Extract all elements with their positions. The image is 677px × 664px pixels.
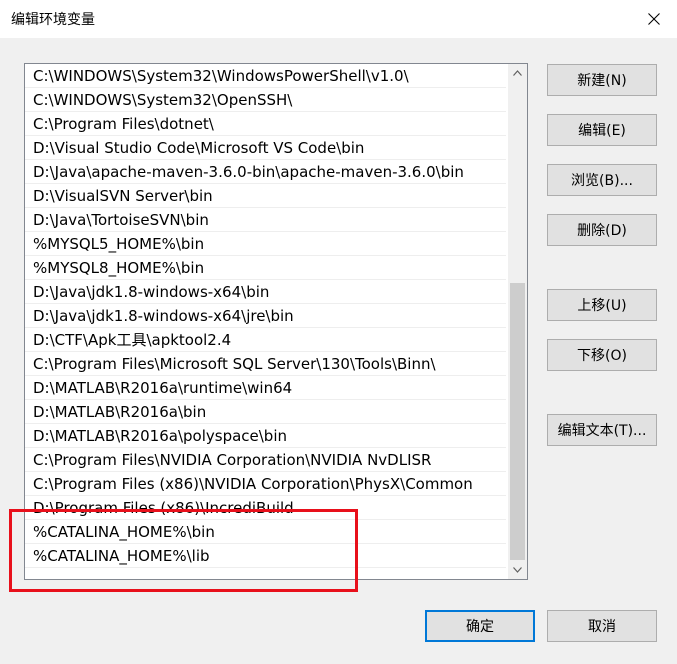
ok-button[interactable]: 确定 [425, 610, 535, 642]
path-list-item[interactable]: D:\Java\TortoiseSVN\bin [25, 208, 506, 232]
path-list-item[interactable]: C:\Program Files (x86)\NVIDIA Corporatio… [25, 472, 506, 496]
vertical-scrollbar[interactable] [508, 64, 527, 579]
scroll-down-button[interactable] [508, 561, 527, 579]
path-list-item[interactable]: D:\CTF\Apk工具\apktool2.4 [25, 328, 506, 352]
scroll-up-button[interactable] [508, 64, 527, 82]
path-list-item[interactable]: D:\Java\apache-maven-3.6.0-bin\apache-ma… [25, 160, 506, 184]
title-bar: 编辑环境变量 [0, 0, 677, 38]
close-button[interactable] [631, 0, 677, 38]
move-up-button[interactable]: 上移(U) [547, 289, 657, 321]
path-list-item[interactable]: %MYSQL8_HOME%\bin [25, 256, 506, 280]
scroll-thumb[interactable] [510, 283, 525, 560]
move-down-button[interactable]: 下移(O) [547, 339, 657, 371]
chevron-down-icon [513, 567, 522, 573]
delete-button[interactable]: 删除(D) [547, 214, 657, 246]
path-list-item[interactable]: D:\Java\jdk1.8-windows-x64\jre\bin [25, 304, 506, 328]
path-list-item[interactable]: C:\Program Files\Microsoft SQL Server\13… [25, 352, 506, 376]
path-list-item[interactable]: D:\Java\jdk1.8-windows-x64\bin [25, 280, 506, 304]
edit-text-button[interactable]: 编辑文本(T)... [547, 414, 657, 446]
path-list-item[interactable]: C:\Program Files\dotnet\ [25, 112, 506, 136]
edit-button[interactable]: 编辑(E) [547, 114, 657, 146]
path-listbox[interactable]: C:\WINDOWS\System32\WindowsPowerShell\v1… [24, 63, 528, 580]
close-icon [648, 13, 660, 25]
edit-env-var-dialog: 编辑环境变量 C:\WINDOWS\System32\WindowsPowerS… [0, 0, 677, 664]
cancel-button[interactable]: 取消 [547, 610, 657, 642]
path-list: C:\WINDOWS\System32\WindowsPowerShell\v1… [25, 64, 506, 568]
path-list-item[interactable]: D:\Visual Studio Code\Microsoft VS Code\… [25, 136, 506, 160]
path-list-item[interactable]: D:\MATLAB\R2016a\bin [25, 400, 506, 424]
browse-button[interactable]: 浏览(B)... [547, 164, 657, 196]
path-list-item[interactable]: D:\MATLAB\R2016a\polyspace\bin [25, 424, 506, 448]
chevron-up-icon [513, 70, 522, 76]
dialog-title: 编辑环境变量 [11, 12, 95, 28]
path-list-item[interactable]: C:\WINDOWS\System32\WindowsPowerShell\v1… [25, 64, 506, 88]
path-list-item[interactable]: D:\Program Files (x86)\IncrediBuild [25, 496, 506, 520]
path-list-item[interactable]: C:\WINDOWS\System32\OpenSSH\ [25, 88, 506, 112]
path-list-item[interactable]: %MYSQL5_HOME%\bin [25, 232, 506, 256]
path-list-item[interactable]: %CATALINA_HOME%\lib [25, 544, 506, 568]
path-list-item[interactable]: C:\Program Files\NVIDIA Corporation\NVID… [25, 448, 506, 472]
path-list-item[interactable]: D:\MATLAB\R2016a\runtime\win64 [25, 376, 506, 400]
new-button[interactable]: 新建(N) [547, 64, 657, 96]
path-list-item[interactable]: %CATALINA_HOME%\bin [25, 520, 506, 544]
path-list-item[interactable]: D:\VisualSVN Server\bin [25, 184, 506, 208]
